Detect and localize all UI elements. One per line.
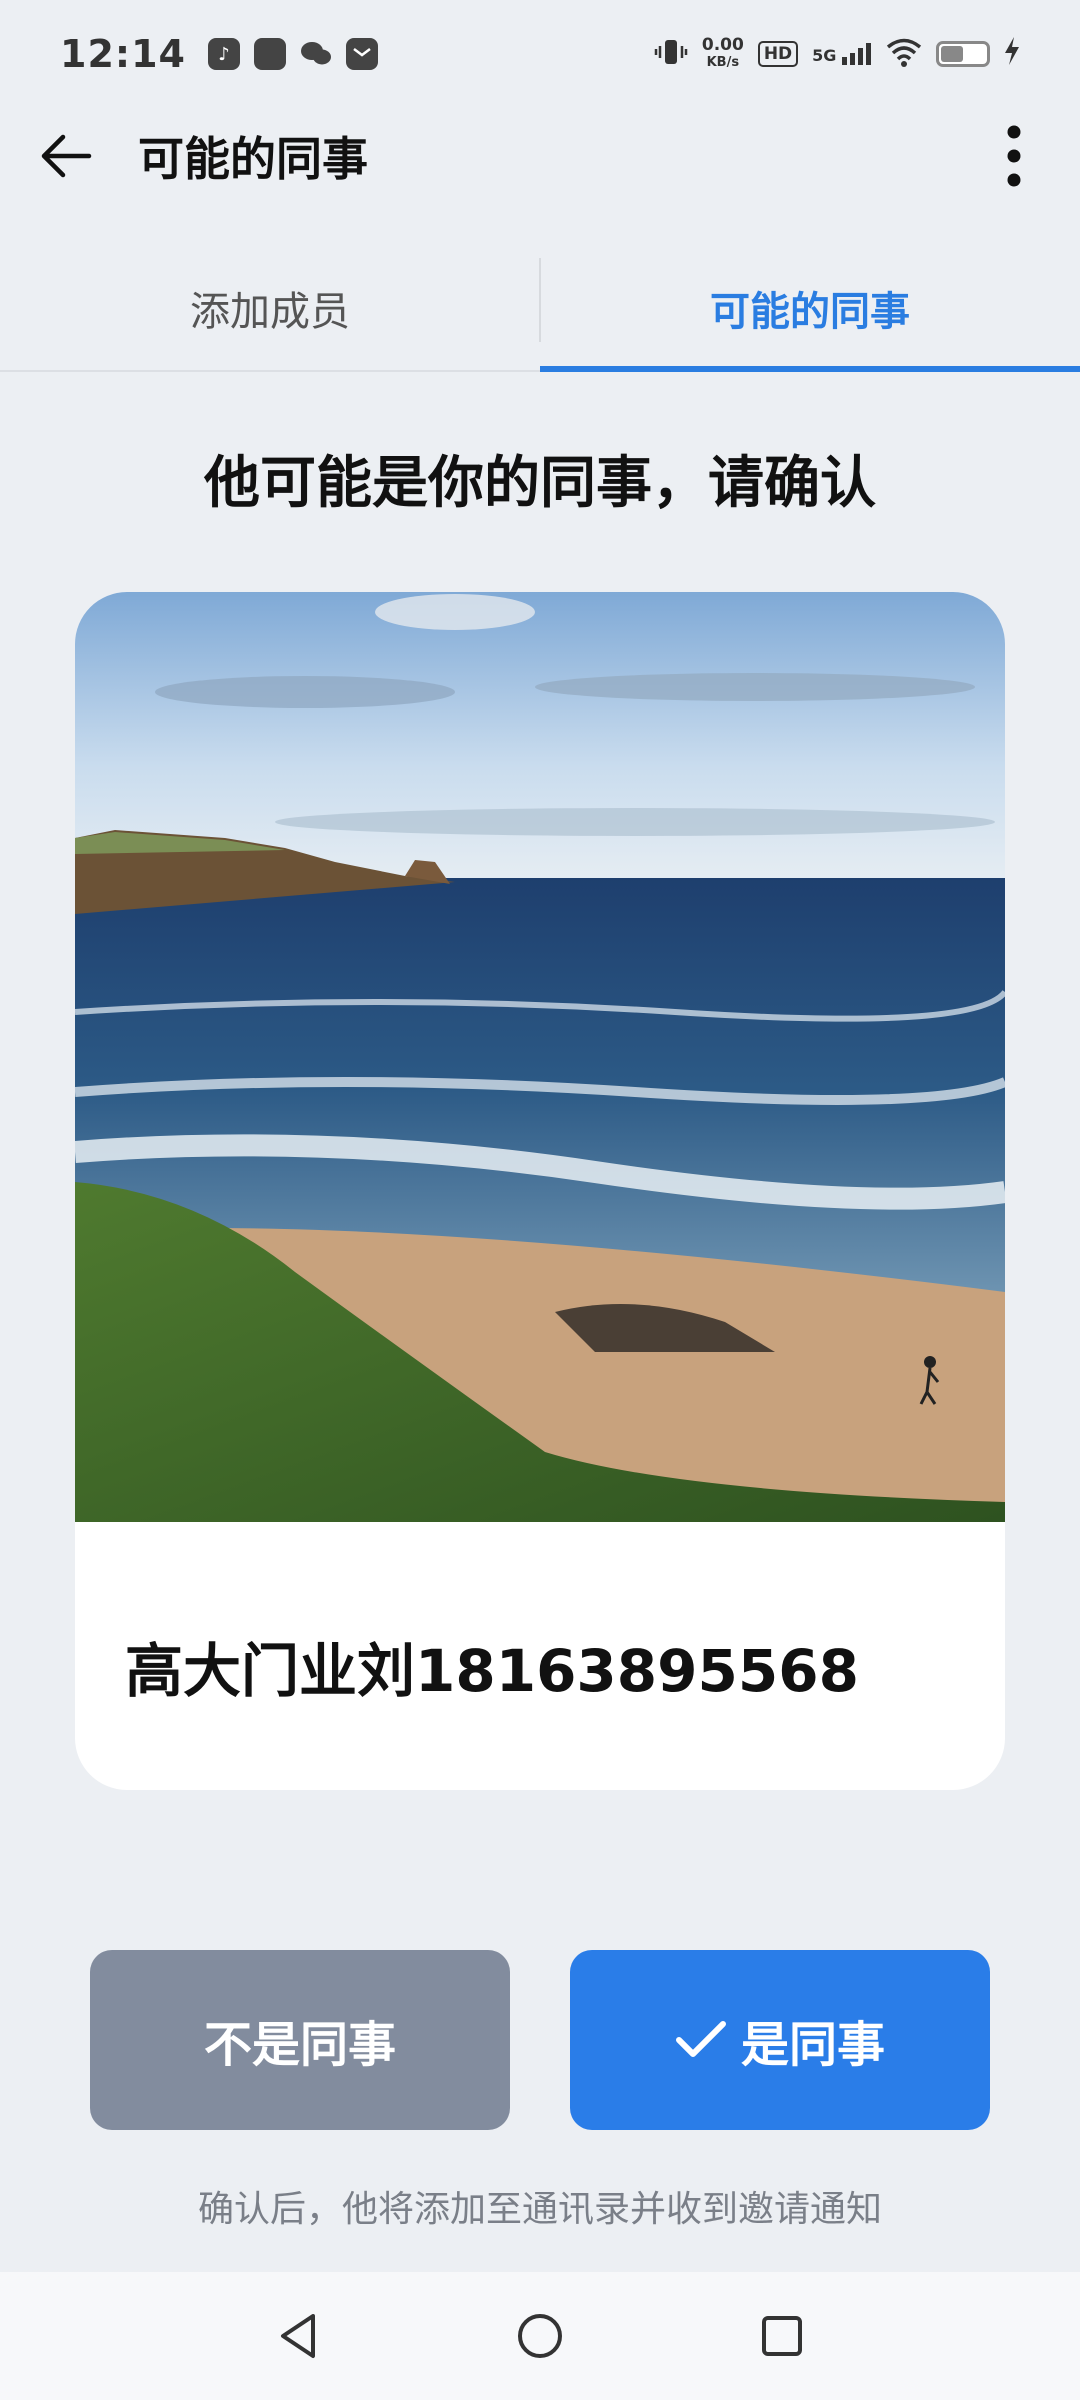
status-time: 12:14: [60, 32, 186, 76]
not-colleague-button[interactable]: 不是同事: [90, 1950, 510, 2130]
screen: 12:14 ♪ 0.00 KB/s HD 5G 可能的同事 添加成员 可能的同事…: [0, 0, 1080, 2400]
battery-icon: [936, 41, 990, 67]
profile-cover-photo: [75, 592, 1005, 1522]
tab-possible-colleagues[interactable]: 可能的同事: [540, 246, 1080, 372]
checkmark-icon: [675, 2020, 727, 2060]
arrow-left-icon: [41, 134, 92, 178]
signal-icon: 5G: [812, 43, 872, 65]
nav-recents-button[interactable]: [746, 2300, 818, 2372]
status-indicators: 0.00 KB/s HD 5G: [654, 36, 1020, 72]
app-icon: [253, 38, 286, 70]
tab-divider: [539, 258, 541, 342]
wifi-icon: [886, 37, 922, 71]
not-colleague-label: 不是同事: [203, 2017, 396, 2073]
contact-name: 高大门业刘18163895568: [125, 1637, 859, 1705]
status-bar: 12:14 ♪ 0.00 KB/s HD 5G: [0, 0, 1080, 108]
network-speed-unit: KB/s: [706, 55, 740, 70]
triangle-back-icon: [281, 2314, 315, 2358]
colleague-card: 高大门业刘18163895568: [75, 592, 1005, 1790]
confirm-footnote: 确认后，他将添加至通讯录并收到邀请通知: [197, 2189, 882, 2230]
back-button[interactable]: [18, 108, 114, 204]
hd-badge: HD: [757, 41, 799, 67]
nav-back-button[interactable]: [262, 2300, 334, 2372]
more-vertical-icon: [1007, 125, 1021, 187]
square-recents-icon: [762, 2316, 802, 2356]
network-speed: 0.00 KB/s: [702, 36, 744, 72]
system-navigation-bar: [0, 2272, 1080, 2400]
network-speed-value: 0.00: [701, 35, 744, 55]
is-colleague-button[interactable]: 是同事: [570, 1950, 990, 2130]
tab-add-member[interactable]: 添加成员: [0, 246, 540, 370]
confirm-headline: 他可能是你的同事，请确认: [204, 451, 876, 516]
mail-icon: [345, 38, 378, 70]
page-title: 可能的同事: [138, 132, 368, 186]
tiktok-icon: ♪: [207, 38, 240, 70]
network-type-label: 5G: [812, 46, 837, 65]
nav-home-button[interactable]: [504, 2300, 576, 2372]
vibrate-icon: [654, 37, 688, 71]
wechat-icon: [300, 38, 332, 70]
status-app-icons: ♪: [207, 38, 378, 70]
top-app-bar: 可能的同事: [0, 108, 1080, 204]
charging-icon: [1004, 36, 1020, 72]
is-colleague-label: 是同事: [740, 2017, 885, 2073]
circle-home-icon: [518, 2314, 562, 2358]
more-options-button[interactable]: [978, 108, 1050, 204]
